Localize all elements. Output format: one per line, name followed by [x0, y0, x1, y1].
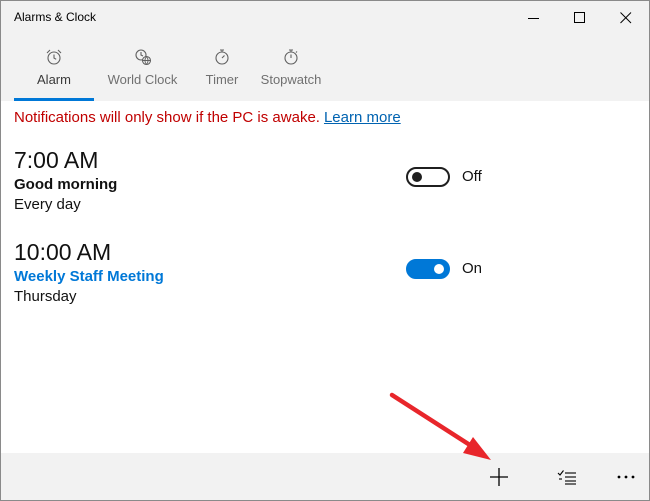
alarm-time: 10:00 AM — [14, 239, 112, 265]
learn-more-link[interactable]: Learn more — [324, 109, 401, 126]
alarm-item[interactable]: 10:00 AM Weekly Staff Meeting Thursday — [14, 238, 634, 305]
minimize-button[interactable] — [511, 1, 557, 34]
alarm-state-label: On — [462, 260, 483, 277]
maximize-button[interactable] — [557, 1, 603, 34]
alarm-toggle-off[interactable] — [406, 167, 450, 187]
tab-alarm-label: Alarm — [37, 72, 71, 87]
tab-world-clock[interactable]: World Clock — [102, 45, 183, 101]
alarm-days: Every day — [14, 196, 81, 213]
maximize-icon — [574, 11, 585, 23]
tab-stopwatch-label: Stopwatch — [260, 72, 322, 87]
close-icon — [620, 11, 632, 23]
alarm-days: Thursday — [14, 288, 77, 305]
alarm-toggle-on[interactable] — [406, 259, 450, 279]
toggle-knob — [434, 264, 444, 274]
app-window: Alarms & Clock Alarm World Clock Timer S… — [0, 0, 650, 501]
tab-timer[interactable]: Timer — [197, 45, 247, 101]
awake-notice: Notifications will only show if the PC i… — [14, 109, 401, 126]
add-icon — [490, 467, 508, 486]
notice-text: Notifications will only show if the PC i… — [14, 109, 320, 126]
tab-alarm[interactable]: Alarm — [14, 45, 94, 101]
tab-timer-label: Timer — [205, 72, 239, 87]
more-options-button[interactable] — [603, 453, 649, 500]
header-area: Alarms & Clock Alarm World Clock Timer S… — [1, 1, 649, 101]
minimize-icon — [528, 17, 539, 19]
window-title: Alarms & Clock — [14, 10, 97, 24]
select-icon — [557, 469, 576, 485]
alarm-item[interactable]: 7:00 AM Good morning Every day — [14, 146, 634, 213]
alarm-name: Good morning — [14, 176, 118, 193]
select-alarms-button[interactable] — [544, 453, 590, 500]
alarm-time: 7:00 AM — [14, 147, 99, 173]
tab-world-clock-label: World Clock — [107, 72, 178, 87]
alarm-state-label: Off — [462, 168, 482, 185]
tab-bar: Alarm World Clock Timer Stopwatch — [14, 45, 321, 101]
timer-icon — [215, 49, 229, 65]
title-bar: Alarms & Clock — [1, 1, 649, 34]
command-bar — [1, 453, 649, 500]
stopwatch-icon — [284, 49, 298, 65]
alarm-clock-icon — [46, 49, 62, 65]
close-button[interactable] — [603, 1, 649, 34]
more-icon — [617, 475, 635, 478]
add-alarm-button[interactable] — [476, 453, 522, 500]
alarm-name: Weekly Staff Meeting — [14, 268, 164, 285]
tab-stopwatch[interactable]: Stopwatch — [261, 45, 321, 101]
toggle-knob — [412, 172, 422, 182]
active-tab-indicator — [14, 98, 94, 101]
world-clock-icon — [134, 49, 151, 66]
